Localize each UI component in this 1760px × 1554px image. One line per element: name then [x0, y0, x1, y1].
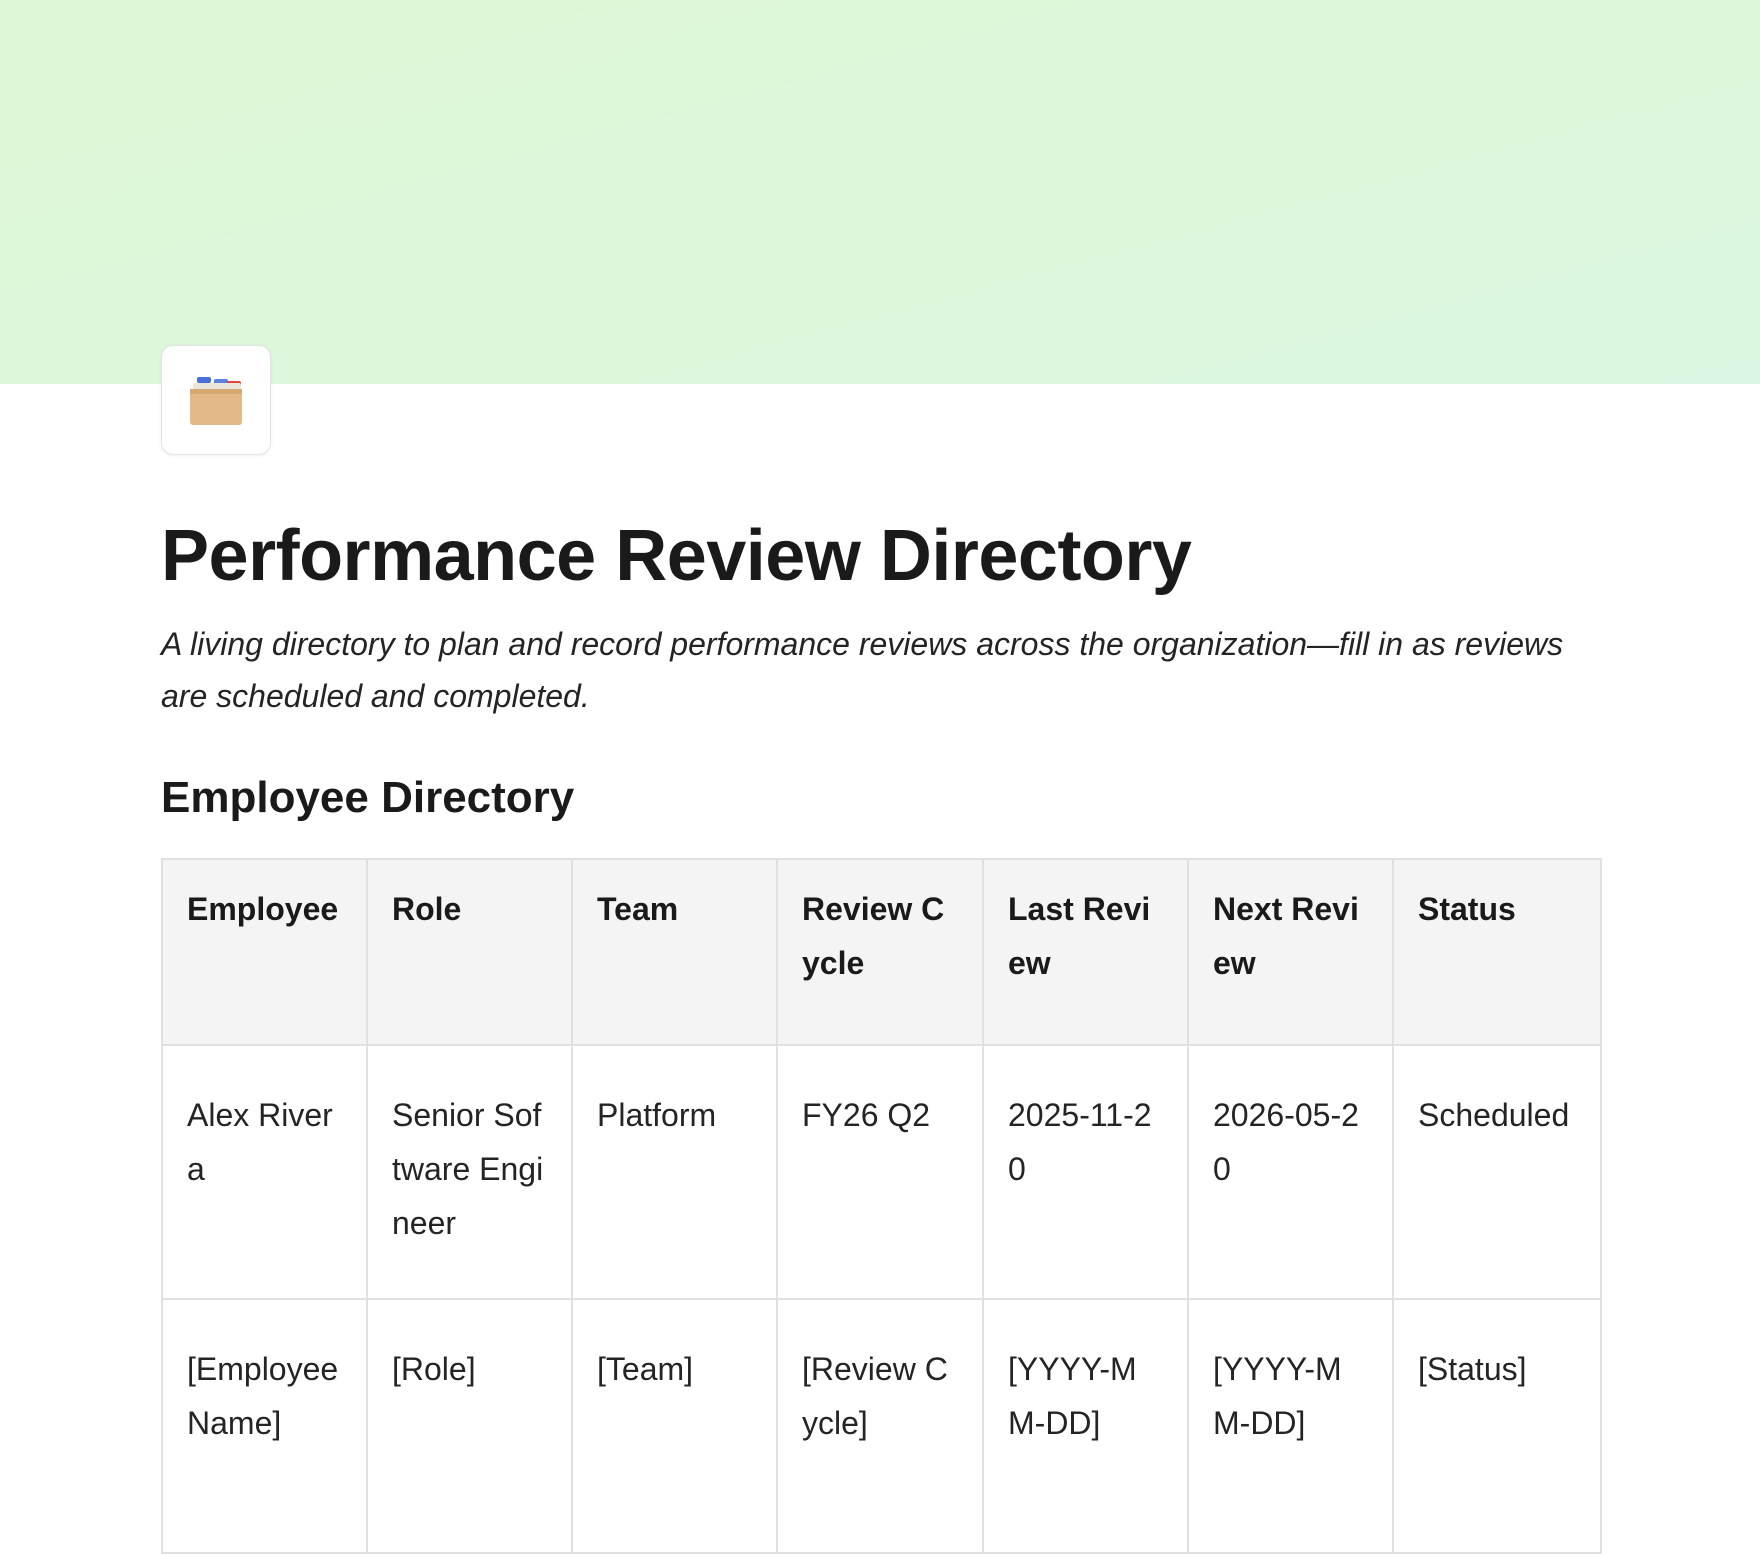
cell-next-review[interactable]: [YYYY-MM-DD]: [1187, 1298, 1394, 1554]
cell-team[interactable]: [Team]: [571, 1298, 778, 1554]
employee-directory-table: Employee Role Team Review Cycle Last Rev…: [161, 858, 1602, 1554]
column-header-role[interactable]: Role: [366, 858, 573, 1046]
cell-employee[interactable]: Alex Rivera: [161, 1044, 368, 1300]
card-file-box-graphic: [190, 377, 242, 425]
page-cover[interactable]: [0, 0, 1760, 384]
cell-review-cycle[interactable]: FY26 Q2: [776, 1044, 984, 1300]
cell-review-cycle[interactable]: [Review Cycle]: [776, 1298, 984, 1554]
cell-status[interactable]: Scheduled: [1392, 1044, 1602, 1300]
cell-last-review[interactable]: 2025-11-20: [982, 1044, 1189, 1300]
column-header-employee[interactable]: Employee: [161, 858, 368, 1046]
cell-employee[interactable]: [Employee Name]: [161, 1298, 368, 1554]
page-content: Performance Review Directory A living di…: [161, 500, 1602, 1554]
cell-role[interactable]: [Role]: [366, 1298, 573, 1554]
column-header-review-cycle[interactable]: Review Cycle: [776, 858, 984, 1046]
table-header-row: Employee Role Team Review Cycle Last Rev…: [161, 858, 1602, 1046]
section-heading-employee-directory[interactable]: Employee Directory: [161, 768, 1601, 828]
cell-team[interactable]: Platform: [571, 1044, 778, 1300]
column-header-team[interactable]: Team: [571, 858, 778, 1046]
cell-next-review[interactable]: 2026-05-20: [1187, 1044, 1394, 1300]
page-title[interactable]: Performance Review Directory: [161, 500, 1601, 612]
column-header-status[interactable]: Status: [1392, 858, 1602, 1046]
table-row: Alex Rivera Senior Software Engineer Pla…: [161, 1044, 1602, 1300]
column-header-last-review[interactable]: Last Review: [982, 858, 1189, 1046]
card-file-box-icon[interactable]: [161, 345, 271, 455]
table-row: [Employee Name] [Role] [Team] [Review Cy…: [161, 1298, 1602, 1554]
cell-role[interactable]: Senior Software Engineer: [366, 1044, 573, 1300]
cell-status[interactable]: [Status]: [1392, 1298, 1602, 1554]
column-header-next-review[interactable]: Next Review: [1187, 858, 1394, 1046]
page-description[interactable]: A living directory to plan and record pe…: [161, 618, 1601, 722]
cell-last-review[interactable]: [YYYY-MM-DD]: [982, 1298, 1189, 1554]
